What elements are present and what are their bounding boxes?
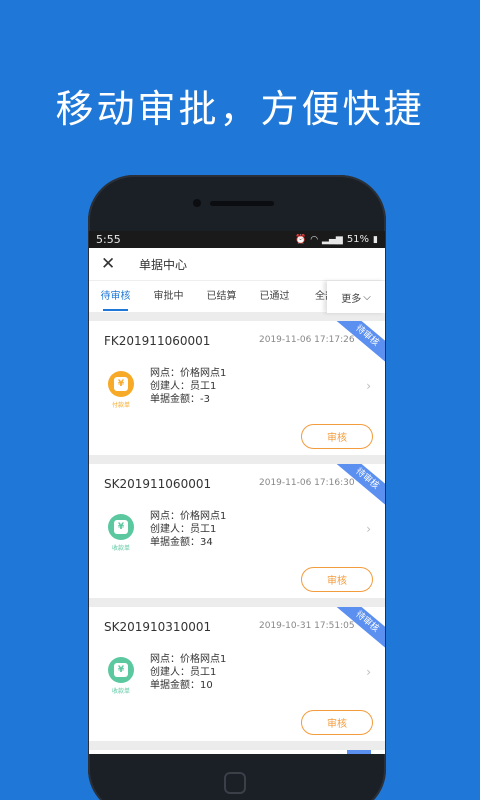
yen-icon: ¥ <box>114 377 128 391</box>
document-type-label: 付款单 <box>111 402 130 409</box>
status-tabs: 待审核 审批中 已结算 已通过 全部 更多 ⌵ <box>89 280 385 313</box>
battery-level: 51% <box>346 234 370 245</box>
amount-text: 单据金额：34 <box>150 537 213 548</box>
document-type-label: 收款单 <box>111 688 130 695</box>
home-button[interactable] <box>224 772 246 794</box>
chevron-down-icon: ⌵ <box>363 291 371 303</box>
chevron-right-icon[interactable]: › <box>366 379 371 393</box>
phone-speaker <box>210 201 274 206</box>
tab-settled[interactable]: 已结算 <box>195 281 248 313</box>
creator-text: 创建人：员工1 <box>150 381 217 392</box>
tab-all[interactable]: 全部 <box>301 281 328 313</box>
receipt-icon: ¥ <box>108 514 134 540</box>
page-title: 单据中心 <box>139 257 188 272</box>
top-bar: ✕ 单据中心 <box>89 248 385 280</box>
yen-icon: ¥ <box>114 520 128 534</box>
document-number: SK201910310001 <box>104 620 212 634</box>
battery-icon: ▮ <box>373 234 378 245</box>
promo-headline: 移动审批，方便快捷 <box>55 87 425 131</box>
document-details: 网点：价格网点1 创建人：员工1 单据金额：10 <box>150 653 226 692</box>
close-icon[interactable]: ✕ <box>101 254 131 274</box>
document-card[interactable]: FK201911060001 2019-11-06 17:17:26 待审核 ¥… <box>89 321 385 455</box>
document-list: FK201911060001 2019-11-06 17:17:26 待审核 ¥… <box>89 312 385 754</box>
document-card-partial <box>89 750 385 754</box>
creator-text: 创建人：员工1 <box>150 524 217 535</box>
outlet-text: 网点：价格网点1 <box>150 511 227 522</box>
chevron-right-icon[interactable]: › <box>366 665 371 679</box>
document-time: 2019-11-06 17:17:26 <box>259 335 355 345</box>
status-time: 5:55 <box>96 233 121 246</box>
document-type-label: 收款单 <box>111 545 130 552</box>
outlet-text: 网点：价格网点1 <box>150 368 227 379</box>
document-details: 网点：价格网点1 创建人：员工1 单据金额：-3 <box>150 367 226 406</box>
signal-icon: ▂▄▆ <box>322 234 343 245</box>
creator-text: 创建人：员工1 <box>150 667 217 678</box>
tab-in-approval[interactable]: 审批中 <box>142 281 195 313</box>
amount-text: 单据金额：10 <box>150 680 213 691</box>
phone-camera <box>193 199 201 207</box>
document-card[interactable]: SK201911060001 2019-11-06 17:16:30 待审核 ¥… <box>89 464 385 598</box>
chevron-right-icon[interactable]: › <box>366 522 371 536</box>
document-number: SK201911060001 <box>104 477 212 491</box>
amount-text: 单据金额：-3 <box>150 394 210 405</box>
yen-icon: ¥ <box>114 663 128 677</box>
tab-pending[interactable]: 待审核 <box>89 281 142 313</box>
status-ribbon-partial <box>347 750 371 754</box>
document-details: 网点：价格网点1 创建人：员工1 单据金额：34 <box>150 510 226 549</box>
document-time: 2019-10-31 17:51:05 <box>259 621 355 631</box>
tab-approved[interactable]: 已通过 <box>248 281 301 313</box>
receipt-icon: ¥ <box>108 657 134 683</box>
phone-screen: 5:55 ⏰ ◠ ▂▄▆ 51% ▮ ✕ 单据中心 待审核 审批中 已结算 已通… <box>89 231 385 754</box>
payment-icon: ¥ <box>108 371 134 397</box>
more-label: 更多 <box>341 293 362 305</box>
approve-button[interactable]: 审核 <box>301 710 373 735</box>
status-icons: ⏰ ◠ ▂▄▆ 51% ▮ <box>295 234 378 245</box>
status-bar: 5:55 ⏰ ◠ ▂▄▆ 51% ▮ <box>89 231 385 248</box>
more-tabs-button[interactable]: 更多 ⌵ <box>327 281 385 313</box>
approve-button[interactable]: 审核 <box>301 567 373 592</box>
document-number: FK201911060001 <box>104 334 211 348</box>
document-time: 2019-11-06 17:16:30 <box>259 478 355 488</box>
wifi-icon: ◠ <box>310 234 319 245</box>
approve-button[interactable]: 审核 <box>301 424 373 449</box>
alarm-icon: ⏰ <box>294 234 307 245</box>
document-card[interactable]: SK201910310001 2019-10-31 17:51:05 待审核 ¥… <box>89 607 385 741</box>
outlet-text: 网点：价格网点1 <box>150 654 227 665</box>
